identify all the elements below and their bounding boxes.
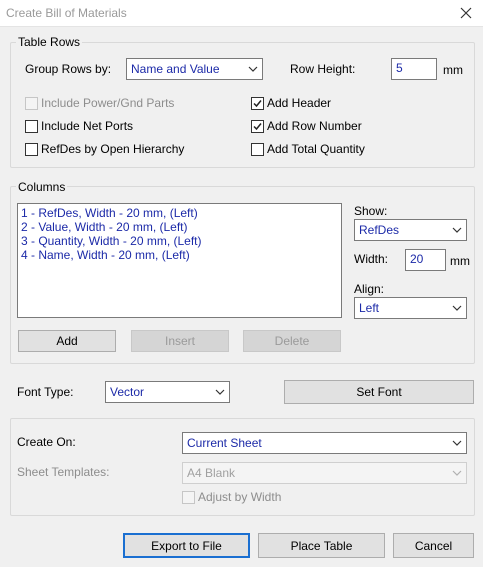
include-power-gnd-label: Include Power/Gnd Parts [41,96,175,110]
width-unit: mm [450,254,470,268]
show-value: RefDes [359,223,400,237]
delete-column-button[interactable]: Delete [243,330,341,352]
list-item[interactable]: 1 - RefDes, Width - 20 mm, (Left) [21,206,338,220]
include-net-ports-checkbox[interactable]: Include Net Ports [25,119,133,133]
checkbox-box [182,490,195,504]
align-select[interactable]: Left [354,297,467,319]
columns-list[interactable]: 1 - RefDes, Width - 20 mm, (Left) 2 - Va… [17,203,342,318]
create-on-select[interactable]: Current Sheet [182,432,467,454]
checkbox-box [25,119,38,133]
font-type-label: Font Type: [17,385,74,399]
add-row-number-label: Add Row Number [267,119,362,133]
cancel-button[interactable]: Cancel [393,533,474,558]
checkbox-box [25,142,38,156]
adjust-by-width-checkbox[interactable]: Adjust by Width [182,490,281,504]
group-rows-by-select[interactable]: Name and Value [126,58,263,80]
export-to-file-button[interactable]: Export to File [123,533,250,558]
font-type-select[interactable]: Vector [105,381,230,403]
font-type-value: Vector [110,385,145,399]
show-label: Show: [354,204,388,218]
create-on-label: Create On: [17,435,76,449]
list-item[interactable]: 2 - Value, Width - 20 mm, (Left) [21,220,338,234]
check-icon [253,99,262,107]
include-net-ports-label: Include Net Ports [41,119,134,133]
list-item[interactable]: 3 - Quantity, Width - 20 mm, (Left) [21,234,338,248]
add-header-label: Add Header [267,96,332,110]
group-rows-by-value: Name and Value [131,62,220,76]
close-icon [460,7,472,19]
row-height-unit: mm [443,63,463,77]
add-total-quantity-checkbox[interactable]: Add Total Quantity [251,142,365,156]
refdes-by-hierarchy-label: RefDes by Open Hierarchy [41,142,185,156]
refdes-by-hierarchy-checkbox[interactable]: RefDes by Open Hierarchy [25,142,184,156]
check-icon [253,122,262,130]
row-height-input[interactable]: 5 [391,58,437,80]
align-value: Left [359,301,380,315]
set-font-button[interactable]: Set Font [284,380,474,404]
group-rows-by-label: Group Rows by: [25,62,112,76]
chevron-down-icon [448,433,466,453]
create-on-value: Current Sheet [187,436,262,450]
row-height-label: Row Height: [290,62,356,76]
chevron-down-icon [448,220,466,240]
add-column-button[interactable]: Add [18,330,116,352]
chevron-down-icon [244,59,262,79]
checkbox-box [251,142,264,156]
width-input[interactable]: 20 [405,249,446,271]
table-rows-group-label: Table Rows [16,35,83,49]
checkbox-box [251,96,264,110]
insert-column-button[interactable]: Insert [131,330,229,352]
include-power-gnd-checkbox[interactable]: Include Power/Gnd Parts [25,96,174,110]
chevron-down-icon [211,382,229,402]
sheet-templates-label: Sheet Templates: [17,465,110,479]
add-total-quantity-label: Add Total Quantity [267,142,365,156]
add-header-checkbox[interactable]: Add Header [251,96,331,110]
sheet-templates-value: A4 Blank [187,466,236,480]
width-label: Width: [354,252,389,266]
list-item[interactable]: 4 - Name, Width - 20 mm, (Left) [21,248,338,262]
show-select[interactable]: RefDes [354,219,467,241]
dialog-title: Create Bill of Materials [6,6,127,20]
align-label: Align: [354,282,385,296]
add-row-number-checkbox[interactable]: Add Row Number [251,119,362,133]
columns-group-label: Columns [16,180,68,194]
chevron-down-icon [448,463,466,483]
checkbox-box [251,119,264,133]
place-table-button[interactable]: Place Table [258,533,385,558]
sheet-templates-select[interactable]: A4 Blank [182,462,467,484]
chevron-down-icon [448,298,466,318]
checkbox-box [25,96,38,110]
close-button[interactable] [452,2,480,24]
adjust-by-width-label: Adjust by Width [198,490,282,504]
